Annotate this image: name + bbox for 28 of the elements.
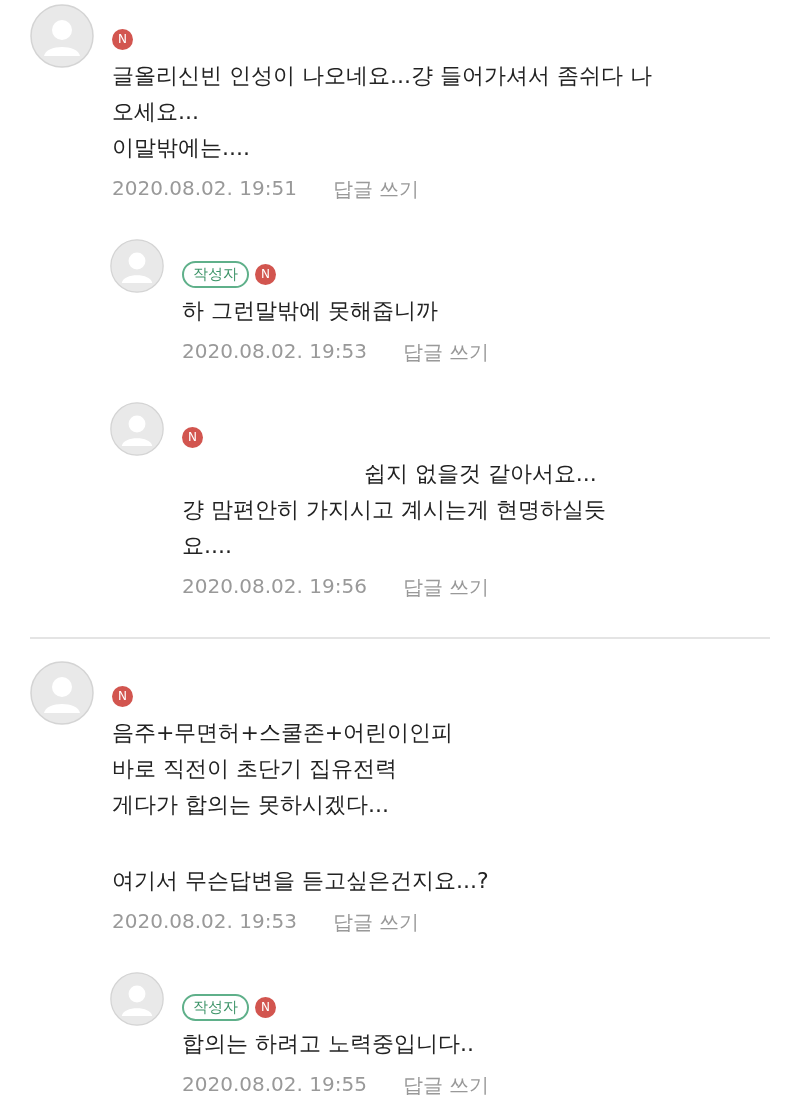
comment-time: 2020.08.02. 19:56 bbox=[182, 574, 367, 600]
level-badge: N bbox=[182, 426, 203, 448]
comment-time: 2020.08.02. 19:51 bbox=[112, 176, 297, 202]
avatar-icon bbox=[30, 661, 94, 725]
reply-link[interactable]: 답글 쓰기 bbox=[402, 339, 490, 366]
avatar-icon bbox=[110, 402, 164, 456]
comment-text: 하 그런말밖에 못해줍니까 bbox=[182, 297, 439, 325]
level-badge: N bbox=[112, 28, 133, 50]
avatar-icon bbox=[110, 239, 164, 293]
comment-time: 2020.08.02. 19:53 bbox=[112, 909, 297, 935]
comment-text: 합의는 하려고 노력중입니다.. bbox=[182, 1030, 475, 1058]
reply-link[interactable]: 답글 쓰기 bbox=[402, 574, 490, 601]
level-badge: N bbox=[255, 996, 276, 1018]
level-badge: N bbox=[255, 263, 276, 285]
author-tag: 작성자 bbox=[182, 993, 249, 1021]
comment-text: 쉽지 없을것 같아서요... 걍 맘편안히 가지시고 계시는게 현명하실듯 요.... bbox=[182, 460, 606, 560]
comment-time: 2020.08.02. 19:53 bbox=[182, 339, 367, 365]
author-tag: 작성자 bbox=[182, 260, 249, 288]
avatar-icon bbox=[110, 972, 164, 1026]
avatar-icon bbox=[30, 4, 94, 68]
level-badge: N bbox=[112, 685, 133, 707]
comment-text: 음주+무면허+스쿨존+어린이인피 바로 직전이 초단기 집유전력 게다가 합의는 못하시겠다... bbox=[112, 719, 455, 819]
reply-link[interactable]: 답글 쓰기 bbox=[332, 909, 420, 936]
comment-text: 여기서 무슨답변을 듣고싶은건지요...? bbox=[112, 867, 489, 895]
comment-text: 글올리신빈 인성이 나오네요...걍 들어가셔서 좀쉬다 나 오세요... 이말밖에는.... bbox=[112, 62, 652, 162]
reply-link[interactable]: 답글 쓰기 bbox=[402, 1072, 490, 1099]
comment-time: 2020.08.02. 19:55 bbox=[182, 1072, 367, 1098]
reply-link[interactable]: 답글 쓰기 bbox=[332, 176, 420, 203]
